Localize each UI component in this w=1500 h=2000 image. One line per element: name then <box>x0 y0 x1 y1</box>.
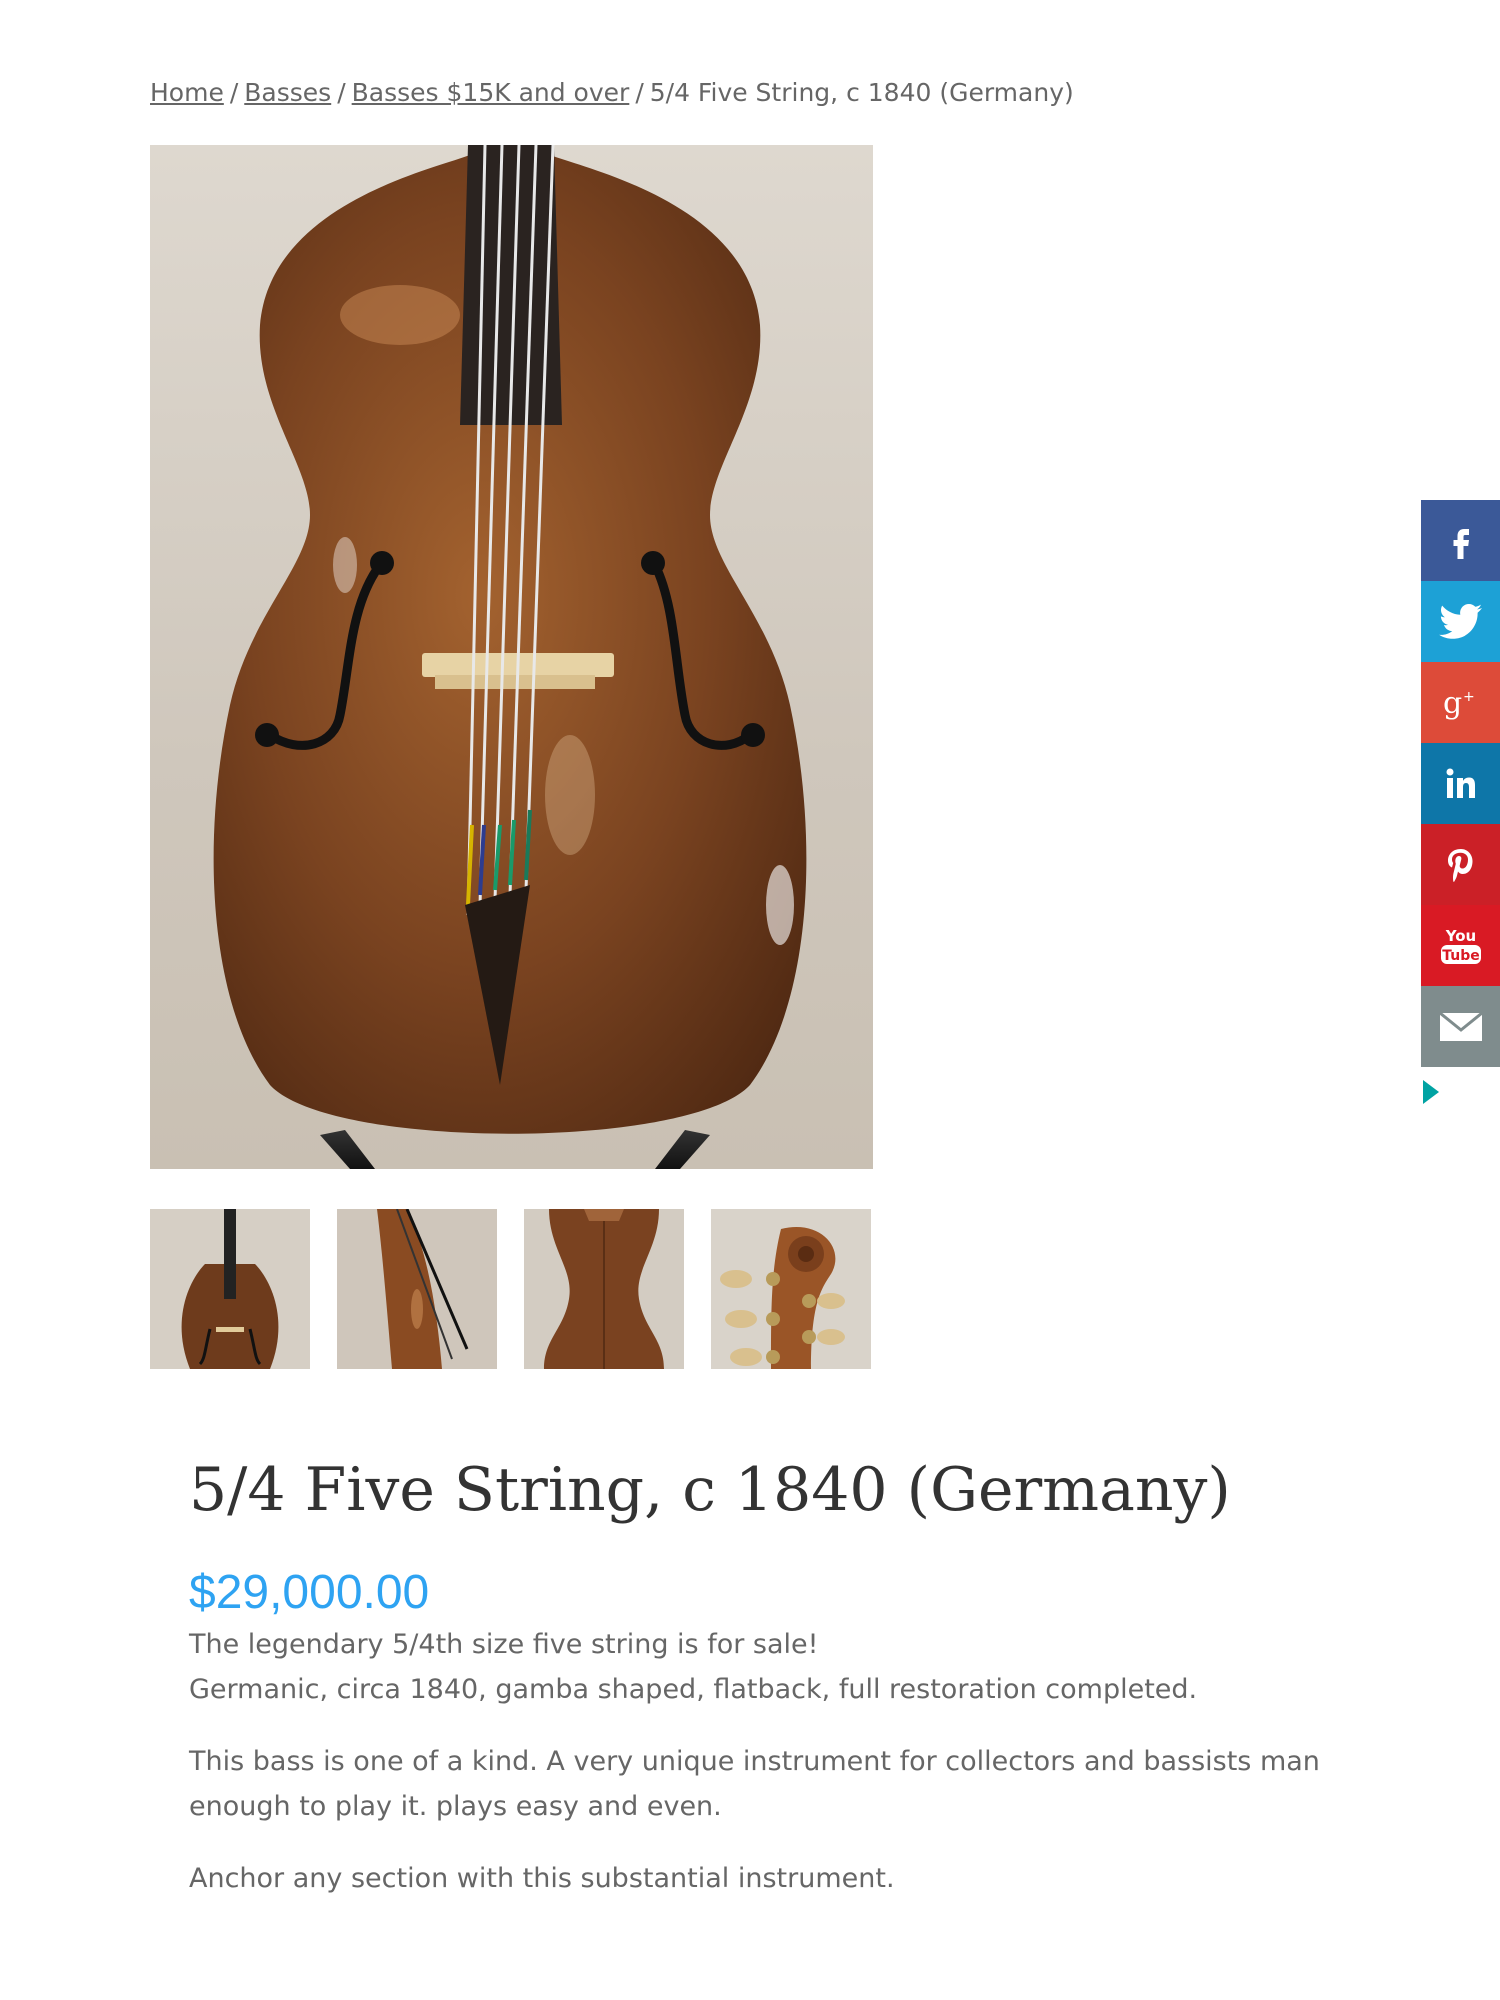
social-share-bar: g + You Tube <box>1421 500 1500 1067</box>
youtube-icon: You Tube <box>1440 927 1481 964</box>
share-pinterest-button[interactable] <box>1421 824 1500 905</box>
share-twitter-button[interactable] <box>1421 581 1500 662</box>
description-paragraph: The legendary 5/4th size five string is … <box>189 1622 1409 1712</box>
thumbnail-scroll[interactable] <box>711 1209 871 1369</box>
bass-scroll-thumb <box>711 1209 871 1369</box>
description-line: Germanic, circa 1840, gamba shaped, flat… <box>189 1674 1198 1705</box>
breadcrumb-link-home[interactable]: Home <box>150 78 224 107</box>
breadcrumb-separator: / <box>337 78 346 107</box>
product-title: 5/4 Five String, c 1840 (Germany) <box>189 1455 1231 1525</box>
thumbnail-back[interactable] <box>524 1209 684 1369</box>
share-bar-toggle-arrow-icon[interactable] <box>1423 1080 1439 1104</box>
share-email-button[interactable] <box>1421 986 1500 1067</box>
svg-text:+: + <box>1463 689 1475 705</box>
bass-side-thumb <box>337 1209 497 1369</box>
svg-text:g: g <box>1443 686 1462 721</box>
pinterest-icon <box>1447 848 1472 882</box>
google-plus-icon: g + <box>1443 686 1475 721</box>
facebook-icon <box>1453 528 1469 559</box>
thumbnail-side[interactable] <box>337 1209 497 1369</box>
description-paragraph: This bass is one of a kind. A very uniqu… <box>189 1746 1320 1822</box>
product-description: The legendary 5/4th size five string is … <box>189 1622 1409 1928</box>
thumbnail-strip <box>150 1209 873 1369</box>
product-price: $29,000.00 <box>189 1566 430 1619</box>
breadcrumb-separator: / <box>229 78 239 107</box>
share-linkedin-button[interactable] <box>1421 743 1500 824</box>
thumbnail-front[interactable] <box>150 1209 310 1369</box>
share-youtube-button[interactable]: You Tube <box>1421 905 1500 986</box>
svg-text:Tube: Tube <box>1442 948 1480 964</box>
breadcrumb-link-basses[interactable]: Basses <box>244 78 331 107</box>
breadcrumb: Home / Basses / Basses $15K and over/5/4 Fiv… <box>150 78 1074 107</box>
linkedin-icon <box>1446 768 1475 798</box>
breadcrumb-link-basses-15k[interactable]: Basses $15K and over <box>352 78 630 107</box>
share-google-plus-button[interactable]: g + <box>1421 662 1500 743</box>
twitter-icon <box>1438 603 1482 639</box>
bass-front-photo <box>213 145 807 1169</box>
breadcrumb-current: 5/4 Five String, c 1840 (Germany) <box>649 78 1074 107</box>
product-main-image[interactable] <box>150 145 873 1169</box>
share-facebook-button[interactable] <box>1421 500 1500 581</box>
breadcrumb-separator: / <box>635 78 644 107</box>
svg-text:You: You <box>1444 927 1475 945</box>
bass-back-thumb <box>524 1209 684 1369</box>
bass-front-thumb <box>150 1209 310 1369</box>
description-paragraph: Anchor any section with this substantial… <box>189 1863 895 1894</box>
description-line: The legendary 5/4th size five string is … <box>189 1629 819 1660</box>
email-icon <box>1438 1011 1483 1041</box>
